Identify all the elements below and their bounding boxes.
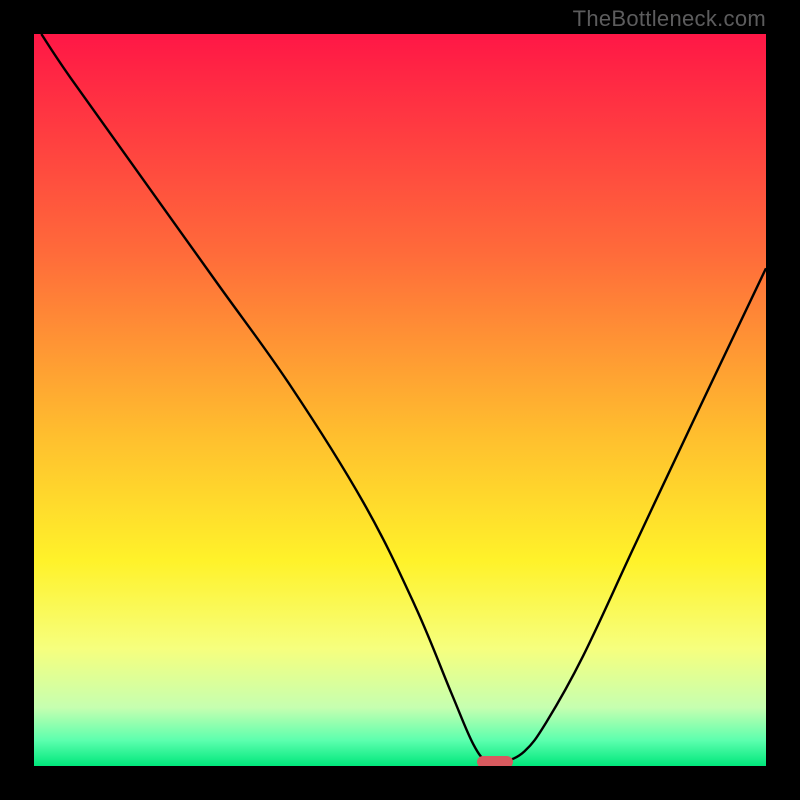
- watermark-text: TheBottleneck.com: [573, 6, 766, 32]
- plot-area: [34, 34, 766, 766]
- bottleneck-curve: [41, 34, 766, 764]
- curve-layer: [34, 34, 766, 766]
- bottleneck-chart: TheBottleneck.com: [0, 0, 800, 800]
- optimal-marker: [477, 756, 513, 766]
